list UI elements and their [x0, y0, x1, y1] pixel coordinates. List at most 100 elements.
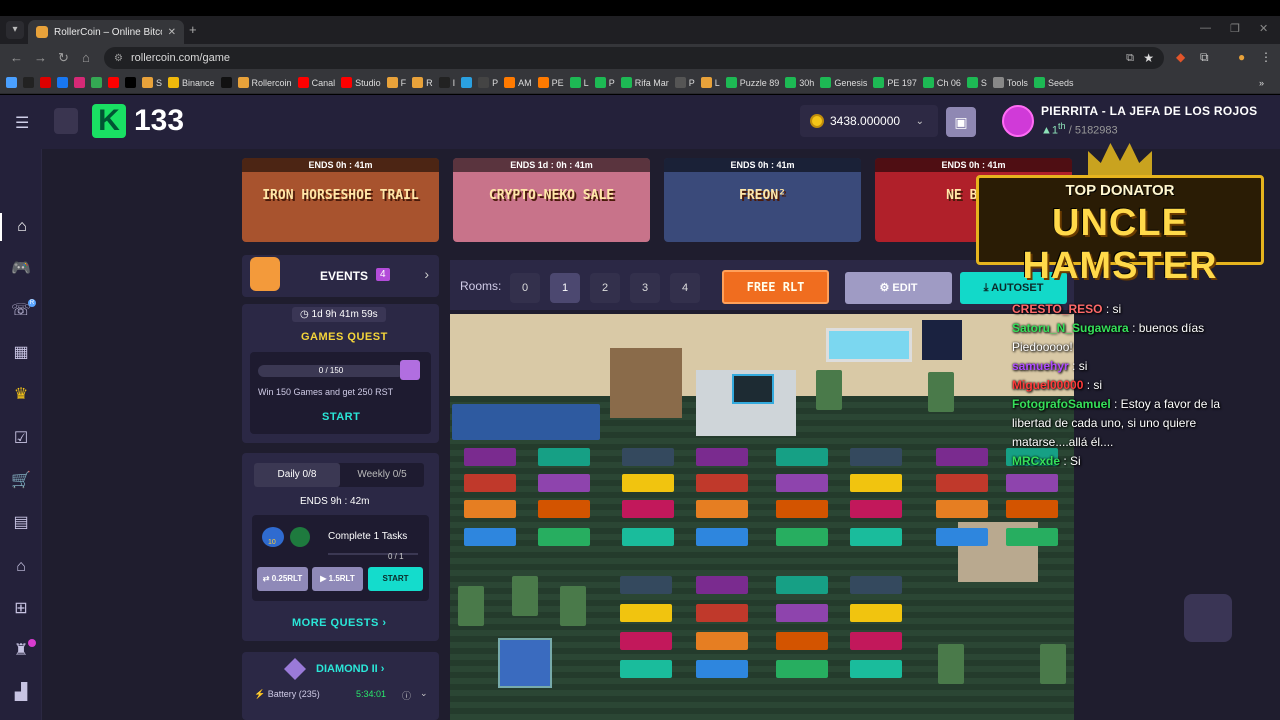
miner-rack[interactable]	[850, 474, 902, 492]
sidebar-games-icon[interactable]: 🎮	[0, 255, 42, 283]
sidebar-house-icon[interactable]: ⌂	[0, 553, 42, 581]
miner-rack[interactable]	[776, 660, 828, 678]
bookmark-item[interactable]	[125, 77, 136, 88]
forward-icon[interactable]: →	[34, 50, 47, 66]
event-banner[interactable]: ENDS 1d : 0h : 41m CRYPTO-NEKO SALE	[453, 158, 650, 242]
edit-room-button[interactable]: ⚙ EDIT	[845, 272, 952, 304]
reward-rlt-button[interactable]: ⇄ 0.25RLT	[257, 567, 308, 591]
miner-rack[interactable]	[850, 632, 902, 650]
sidebar-tasks-icon[interactable]: ☑	[0, 425, 42, 453]
miner-rack[interactable]	[464, 528, 516, 546]
sidebar-calendar-icon[interactable]: ▦	[0, 339, 42, 367]
miner-rack[interactable]	[538, 474, 590, 492]
bookmark-item[interactable]: Binance	[168, 77, 215, 88]
room-button-0[interactable]: 0	[510, 273, 540, 303]
miner-rack[interactable]	[696, 576, 748, 594]
miner-rack[interactable]	[936, 448, 988, 466]
bookmark-item[interactable]	[220, 77, 232, 88]
miner-rack[interactable]	[696, 660, 748, 678]
miner-rack[interactable]	[620, 576, 672, 594]
chevron-right-icon[interactable]: ›	[424, 266, 429, 282]
miner-rack[interactable]	[622, 500, 674, 518]
bookmark-item[interactable]: 30h	[785, 77, 814, 88]
miner-avatar[interactable]	[54, 108, 78, 134]
bookmark-item[interactable]	[108, 77, 119, 88]
sidebar-crown-icon[interactable]: ♛	[0, 381, 42, 409]
minimize-icon[interactable]: —	[1200, 22, 1211, 34]
miner-rack[interactable]	[696, 474, 748, 492]
miner-rack[interactable]	[850, 660, 902, 678]
bookmark-item[interactable]: Rollercoin	[237, 77, 292, 88]
bookmark-item[interactable]	[461, 77, 473, 88]
bookmark-item[interactable]: PE	[537, 77, 564, 88]
tab-daily[interactable]: Daily 0/8	[254, 463, 340, 487]
close-window-icon[interactable]: ✕	[1259, 22, 1268, 35]
bookmark-item[interactable]	[23, 77, 34, 88]
free-rlt-button[interactable]: FREE RLT	[722, 270, 829, 304]
room-button-1[interactable]: 1	[550, 273, 580, 303]
miner-rack[interactable]	[936, 500, 988, 518]
miner-rack[interactable]	[776, 448, 828, 466]
miner-rack[interactable]	[776, 604, 828, 622]
miner-rack[interactable]	[936, 474, 988, 492]
miner-rack[interactable]	[620, 632, 672, 650]
reload-icon[interactable]: ↻	[58, 50, 69, 66]
miner-rack[interactable]	[620, 604, 672, 622]
maximize-icon[interactable]: ❐	[1230, 22, 1240, 35]
bookmark-item[interactable]: L	[700, 77, 720, 88]
bookmark-item[interactable]: Tools	[992, 77, 1028, 88]
home-icon[interactable]: ⌂	[82, 50, 90, 66]
miner-rack[interactable]	[850, 448, 902, 466]
miner-rack[interactable]	[696, 528, 748, 546]
shelf-cabinet[interactable]	[610, 348, 682, 418]
bookmark-item[interactable]: S	[142, 77, 162, 88]
new-tab-button[interactable]: +	[189, 22, 197, 37]
bookmark-item[interactable]: Canal	[297, 77, 335, 88]
miner-rack[interactable]	[1006, 528, 1058, 546]
bookmark-item[interactable]: Genesis	[820, 77, 867, 88]
miner-rack[interactable]	[850, 500, 902, 518]
quest-start-button[interactable]: START	[368, 567, 423, 591]
bookmark-item[interactable]: AM	[504, 77, 532, 88]
miner-rack[interactable]	[622, 528, 674, 546]
sidebar-home-icon[interactable]: ⌂	[0, 213, 42, 241]
miner-rack[interactable]	[538, 528, 590, 546]
more-quests-link[interactable]: MORE QUESTS ›	[292, 617, 387, 629]
miner-rack[interactable]	[696, 632, 748, 650]
bookmark-item[interactable]: F	[386, 77, 406, 88]
bookmark-item[interactable]	[74, 77, 85, 88]
miner-rack[interactable]	[776, 576, 828, 594]
miner-rack[interactable]	[850, 576, 902, 594]
miner-rack[interactable]	[696, 604, 748, 622]
profile-icon[interactable]: ●	[1238, 50, 1245, 64]
sidebar-factory-icon[interactable]: ▟	[0, 679, 42, 707]
bookmark-item[interactable]: R	[412, 77, 433, 88]
event-banner[interactable]: ENDS 0h : 41m FREON²	[664, 158, 861, 242]
bookmark-item[interactable]: Puzzle 89	[725, 77, 779, 88]
menu-hamburger-icon[interactable]: ☰	[15, 113, 29, 133]
bookmark-item[interactable]	[91, 77, 102, 88]
profile-avatar[interactable]	[1002, 105, 1034, 137]
events-header[interactable]: EVENTS 4 ›	[242, 255, 439, 297]
bookmark-item[interactable]	[6, 77, 17, 88]
bookmark-item[interactable]: Studio	[341, 77, 381, 88]
miner-rack[interactable]	[464, 500, 516, 518]
sidebar-storage-icon[interactable]: ▤	[0, 509, 42, 537]
miner-rack[interactable]	[538, 448, 590, 466]
sidebar-referral-icon[interactable]: ☏ R	[0, 297, 42, 325]
reward-rlt-button-2[interactable]: ▶ 1.5RLT	[312, 567, 363, 591]
room-button-2[interactable]: 2	[590, 273, 620, 303]
tab-weekly[interactable]: Weekly 0/5	[340, 463, 424, 487]
bookmark-item[interactable]: S	[966, 77, 987, 88]
sidebar-gift-icon[interactable]: ⊞	[0, 595, 42, 623]
miner-rack[interactable]	[850, 528, 902, 546]
bookmark-item[interactable]	[57, 77, 68, 88]
miner-rack[interactable]	[1006, 474, 1058, 492]
profile-name[interactable]: PIERRITA - LA JEFA DE LOS ROJOS	[1041, 104, 1257, 118]
back-icon[interactable]: ←	[10, 50, 23, 66]
miner-rack[interactable]	[538, 500, 590, 518]
miner-rack[interactable]	[464, 448, 516, 466]
site-info-icon[interactable]: ⚙	[114, 53, 123, 64]
mining-room-view[interactable]	[450, 314, 1074, 720]
miner-rack[interactable]	[696, 448, 748, 466]
